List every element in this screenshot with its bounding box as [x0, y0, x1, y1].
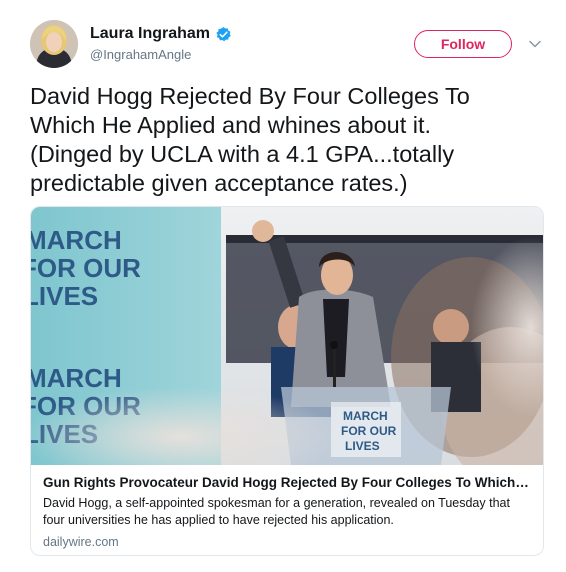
- card-image[interactable]: MARCH FOR OUR LIVES MARCH FOR OUR LIVES: [31, 207, 543, 465]
- podium-text-3: LIVES: [345, 439, 380, 453]
- podium-text-2: FOR OUR: [341, 424, 397, 438]
- sign-text-bottom-1: MARCH: [31, 363, 122, 393]
- card-title[interactable]: Gun Rights Provocateur David Hogg Reject…: [43, 475, 531, 490]
- follow-button[interactable]: Follow: [414, 30, 512, 58]
- author-block: Laura Ingraham @IngrahamAngle: [90, 24, 232, 62]
- podium-text-1: MARCH: [343, 409, 388, 423]
- card-domain[interactable]: dailywire.com: [43, 535, 531, 549]
- card-description: David Hogg, a self-appointed spokesman f…: [43, 496, 510, 527]
- avatar-photo: [30, 20, 78, 68]
- tweet-text: David Hogg Rejected By Four Colleges To …: [30, 83, 470, 196]
- display-name[interactable]: Laura Ingraham: [90, 25, 210, 43]
- card-body: Gun Rights Provocateur David Hogg Reject…: [31, 465, 543, 549]
- link-card[interactable]: MARCH FOR OUR LIVES MARCH FOR OUR LIVES: [30, 206, 544, 556]
- avatar[interactable]: [30, 20, 78, 68]
- tweet: Laura Ingraham @IngrahamAngle Follow Dav…: [0, 0, 566, 572]
- chevron-down-icon[interactable]: [528, 37, 542, 51]
- sign-text-top-1: MARCH: [31, 225, 122, 255]
- sign-text-top-2: FOR OUR: [31, 253, 141, 283]
- sign-text-top-3: LIVES: [31, 281, 98, 311]
- handle[interactable]: @IngrahamAngle: [90, 47, 232, 62]
- verified-badge-icon: [216, 26, 231, 41]
- display-name-row: Laura Ingraham: [90, 24, 232, 44]
